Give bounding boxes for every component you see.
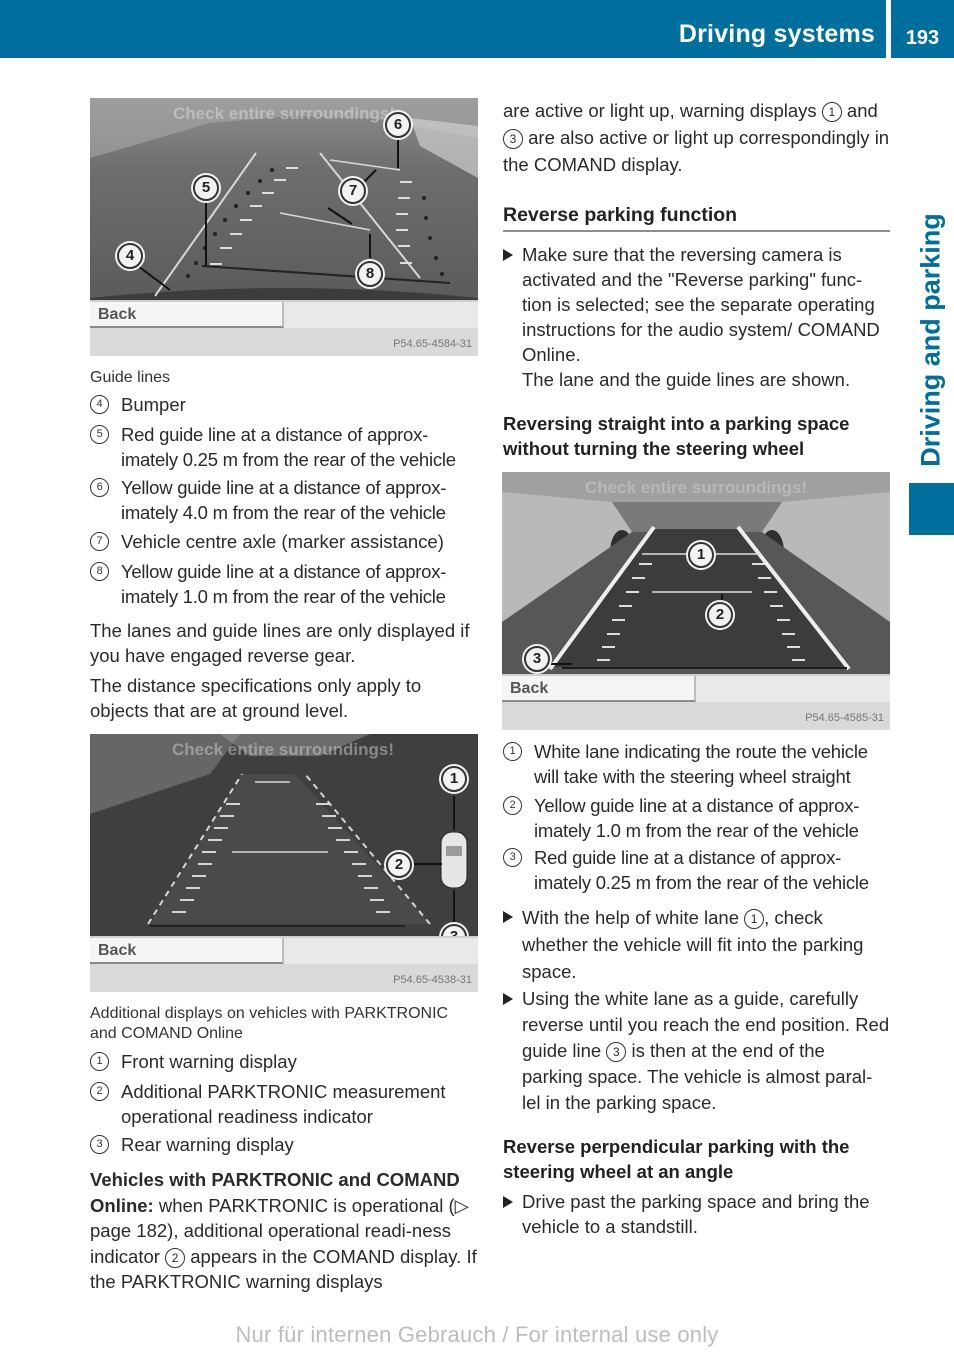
page-reference-arrow-icon: ▷ [454, 1194, 469, 1216]
legend-item: 2 Additional PARKTRONIC measurement oper… [90, 1079, 478, 1129]
callout-3: 3 [524, 646, 550, 672]
callout-number-icon: 1 [744, 909, 765, 929]
screen-warning-text: Check entire surroundings! [585, 478, 807, 497]
legend-item: 4 Bumper [90, 392, 478, 417]
callout-number-icon: 3 [90, 1135, 109, 1154]
step-arrow-icon [503, 1196, 513, 1208]
legend-item: 5 Red guide line at a distance of approx… [90, 422, 478, 472]
screen-softkey-bar: Back [90, 936, 478, 964]
callout-5: 5 [193, 175, 219, 201]
figure-code-strip: P54.65-4538-31 [90, 964, 478, 992]
legend-item: 1 Front warning display [90, 1049, 478, 1074]
instruction-step: Using the white lane as a guide, careful… [503, 986, 890, 1116]
callout-1: 1 [688, 542, 714, 568]
callout-number-icon: 8 [90, 562, 109, 581]
callout-number-icon: 2 [90, 1082, 109, 1101]
callout-number-icon: 2 [165, 1247, 186, 1268]
callout-1: 1 [441, 766, 467, 792]
camera-figure-parktronic: Check entire surroundings! 1 2 3 Back P5… [90, 734, 478, 992]
chapter-tab-marker [909, 483, 954, 535]
legend-item: 1 White lane indicating the route the ve… [503, 739, 890, 789]
legend-item: 2 Yellow guide line at a distance of app… [503, 793, 890, 843]
callout-number-icon: 6 [90, 478, 109, 497]
legend-item: 3 Red guide line at a distance of approx… [503, 845, 890, 895]
callout-number-icon: 3 [606, 1042, 627, 1062]
back-softkey: Back [90, 938, 284, 964]
callout-number-icon: 1 [90, 1052, 109, 1071]
figure-code-strip: P54.65-4585-31 [502, 702, 890, 730]
callout-number-icon: 1 [821, 102, 842, 122]
callout-2: 2 [707, 602, 733, 628]
camera-figure-guide-lines: Check entire surroundings! 4 5 6 7 8 Bac… [90, 98, 478, 356]
callout-number-icon: 7 [90, 532, 109, 551]
section-title: Driving systems [678, 20, 875, 48]
paragraph: The distance specifications only apply t… [90, 675, 422, 721]
instruction-step: Drive past the parking space and bring t… [503, 1189, 890, 1239]
paragraph-parktronic-comand: Vehicles with PARKTRONIC and COMAND Onli… [90, 1169, 477, 1292]
step-result: The lane and the guide lines are shown. [522, 369, 851, 390]
callout-number-icon: 2 [503, 796, 522, 815]
screen-warning-text: Check entire surroundings! [173, 104, 395, 123]
legend-item: 3 Rear warning display [90, 1132, 478, 1157]
screen-warning-text: Check entire surroundings! [172, 740, 394, 759]
figure-caption-parktronic: Additional displays on vehicles with PAR… [90, 1005, 449, 1042]
callout-number-icon: 4 [90, 395, 109, 414]
subheading-reversing-straight: Reversing straight into a parking space … [503, 413, 850, 459]
callout-7: 7 [340, 178, 366, 204]
figure-caption-guide-lines: Guide lines [90, 369, 171, 386]
instruction-step: Make sure that the reversing camera is a… [503, 242, 890, 392]
internal-use-watermark: Nur für internen Gebrauch / For internal… [235, 1322, 719, 1347]
subheading-perpendicular-parking: Reverse perpendicular parking with the s… [503, 1136, 850, 1182]
step-arrow-icon [503, 911, 513, 923]
chapter-tab-label: Driving and parking [915, 213, 946, 467]
page-number: 193 [905, 27, 940, 49]
legend-item: 7 Vehicle centre axle (marker assistance… [90, 529, 478, 554]
back-softkey: Back [90, 302, 284, 328]
callout-number-icon: 5 [90, 425, 109, 444]
callout-4: 4 [117, 243, 143, 269]
callout-2: 2 [386, 852, 412, 878]
callout-number-icon: 1 [503, 742, 522, 761]
screen-softkey-bar: Back [90, 300, 478, 328]
callout-8: 8 [357, 261, 383, 287]
callout-number-icon: 3 [503, 129, 523, 149]
instruction-step: With the help of white lane 1, check whe… [503, 904, 890, 985]
figure-code-strip: P54.65-4584-31 [90, 328, 478, 356]
section-heading-reverse-parking: Reverse parking function [503, 203, 890, 232]
figure-code: P54.65-4584-31 [393, 338, 472, 350]
figure-code: P54.65-4538-31 [393, 974, 472, 986]
screen-softkey-bar: Back [502, 674, 890, 702]
figure-code: P54.65-4585-31 [805, 712, 884, 724]
legend-item: 8 Yellow guide line at a distance of app… [90, 559, 478, 609]
legend-item: 6 Yellow guide line at a distance of app… [90, 475, 478, 525]
paragraph: The lanes and guide lines are only displ… [90, 620, 470, 666]
back-softkey: Back [502, 676, 696, 702]
callout-6: 6 [385, 112, 411, 138]
step-arrow-icon [503, 249, 513, 261]
camera-figure-reversing-straight: Check entire surroundings! 1 2 3 Back P5… [502, 472, 890, 730]
step-arrow-icon [503, 993, 513, 1005]
page-header: Driving systems 193 [0, 0, 954, 58]
chapter-tab: Driving and parking [908, 210, 954, 470]
paragraph-continued: are active or light up, warning displays… [503, 100, 890, 175]
callout-number-icon: 3 [503, 848, 522, 867]
